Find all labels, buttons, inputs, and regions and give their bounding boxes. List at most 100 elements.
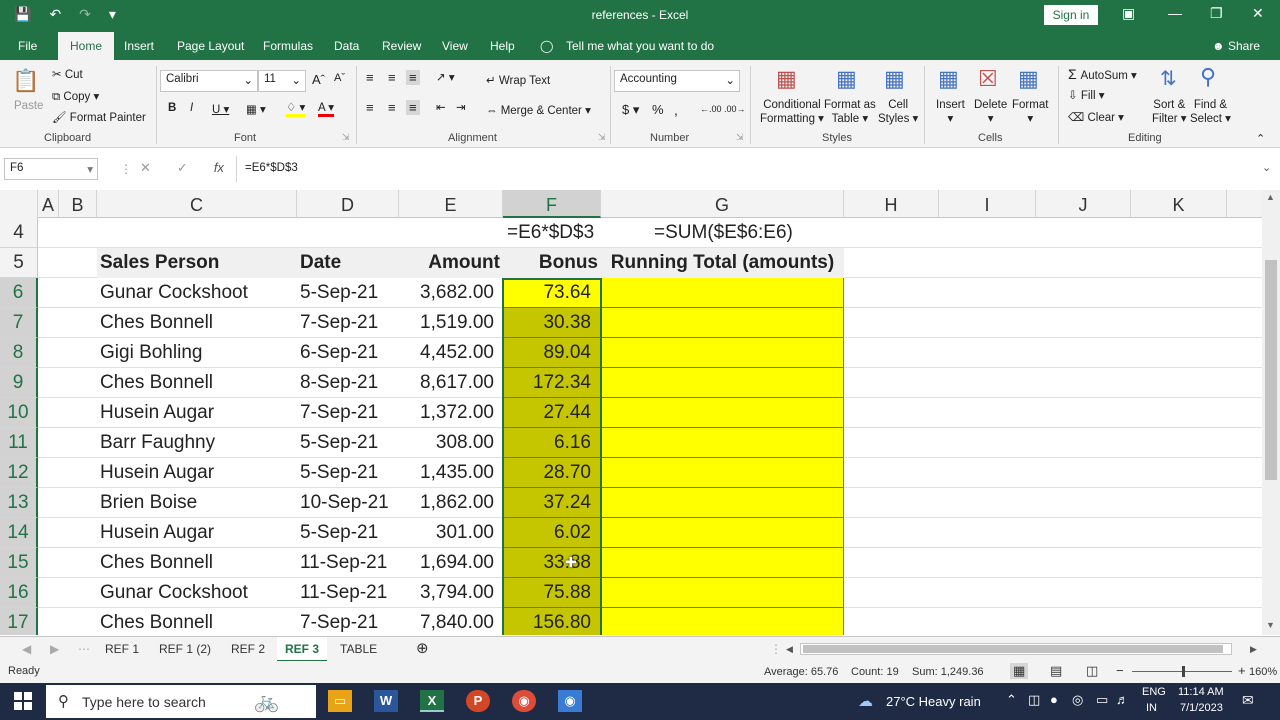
increase-indent-icon[interactable]: ⇥ [456, 100, 466, 114]
tab-review[interactable]: Review [382, 39, 421, 53]
cell-g4-note[interactable]: =SUM($E$6:E6) [654, 218, 834, 248]
accounting-format-icon[interactable]: $ ▾ [622, 102, 639, 118]
amount-cell[interactable]: 1,694.00 [399, 548, 503, 578]
resize-dots-icon[interactable]: ⋮ [120, 162, 132, 176]
dialog-launcher-icon[interactable]: ⇲ [736, 132, 744, 143]
row-header[interactable]: 16 [0, 578, 38, 608]
windows-start-icon[interactable] [14, 692, 32, 710]
row-header[interactable]: 10 [0, 398, 38, 428]
zoom-out-icon[interactable]: − [1116, 663, 1124, 678]
column-header[interactable]: G [601, 190, 844, 218]
new-sheet-icon[interactable]: ⊕ [416, 639, 429, 657]
fill-color-icon[interactable]: ♢ ▾ [286, 100, 306, 117]
bonus-cell[interactable]: 6.16 [503, 428, 601, 458]
align-top-icon[interactable]: ≡ [366, 70, 374, 85]
tab-home[interactable]: Home [58, 32, 115, 60]
font-name-select[interactable]: Calibri ⌄ [160, 70, 258, 92]
bonus-cell[interactable]: 27.44 [503, 398, 601, 428]
sales-person-cell[interactable]: Brien Boise [97, 488, 297, 518]
paste-button[interactable]: Paste [14, 100, 43, 112]
bonus-cell[interactable]: 73.64 [503, 278, 601, 308]
running-total-cell[interactable] [601, 278, 844, 308]
network-icon[interactable]: ◫ [1028, 692, 1040, 708]
date-cell[interactable]: 11-Sep-21 [297, 548, 399, 578]
cell-f4-note[interactable]: =E6*$D$3 [507, 218, 647, 248]
sort-filter-button[interactable]: Sort & Filter ▾ [1152, 99, 1187, 125]
bonus-cell[interactable]: 33.88 [503, 548, 601, 578]
date-cell[interactable]: 7-Sep-21 [297, 608, 399, 635]
sign-in-button[interactable]: Sign in [1044, 5, 1098, 25]
format-as-table-icon[interactable]: ▦ [836, 66, 857, 92]
column-header[interactable]: B [59, 190, 97, 218]
horizontal-scrollbar[interactable] [800, 643, 1232, 655]
find-select-button[interactable]: Find & Select ▾ [1190, 99, 1231, 125]
normal-view-icon[interactable]: ▦ [1010, 663, 1029, 679]
sheet-tab[interactable]: REF 2 [231, 642, 265, 656]
running-total-cell[interactable] [601, 338, 844, 368]
row-header[interactable]: 7 [0, 308, 38, 338]
grow-font-icon[interactable]: Aˆ [312, 72, 325, 87]
comma-icon[interactable]: , [674, 102, 678, 118]
running-total-cell[interactable] [601, 578, 844, 608]
format-as-table-button[interactable]: Format as Table ▾ [824, 99, 876, 125]
column-header[interactable]: D [297, 190, 399, 218]
row-header[interactable]: 5 [0, 248, 38, 278]
amount-cell[interactable]: 7,840.00 [399, 608, 503, 635]
running-total-cell[interactable] [601, 518, 844, 548]
name-box[interactable]: F6 ▾ [4, 158, 98, 180]
tab-insert[interactable]: Insert [124, 39, 154, 53]
clear-button[interactable]: ⌫ Clear ▾ [1068, 110, 1124, 124]
running-total-cell[interactable] [601, 608, 844, 635]
expand-formula-icon[interactable]: ⌄ [1262, 161, 1271, 174]
paste-icon[interactable]: 📋 [12, 68, 39, 94]
minimize-icon[interactable]: — [1168, 5, 1182, 21]
row-header[interactable]: 17 [0, 608, 38, 635]
tab-page-layout[interactable]: Page Layout [177, 39, 244, 53]
excel-icon[interactable]: X [420, 690, 444, 712]
chrome-icon[interactable]: ◉ [512, 690, 536, 712]
dialog-launcher-icon[interactable]: ⇲ [342, 132, 350, 143]
running-total-cell[interactable] [601, 398, 844, 428]
row-header[interactable]: 6 [0, 278, 38, 308]
merge-center-button[interactable]: ⇔ Merge & Center ▾ [486, 103, 591, 117]
running-total-cell[interactable] [601, 428, 844, 458]
increase-decimal-icon[interactable]: ←.00 [700, 104, 722, 114]
select-all-corner[interactable] [0, 190, 38, 218]
hscroll-right-icon[interactable]: ▶ [1250, 644, 1257, 655]
amount-cell[interactable]: 1,862.00 [399, 488, 503, 518]
cell-styles-icon[interactable]: ▦ [884, 66, 905, 92]
date-cell[interactable]: 5-Sep-21 [297, 428, 399, 458]
sort-filter-icon[interactable]: ⇅ [1160, 66, 1177, 91]
bonus-cell[interactable]: 37.24 [503, 488, 601, 518]
zoom-in-icon[interactable]: + [1238, 663, 1246, 678]
page-break-view-icon[interactable]: ◫ [1086, 663, 1098, 679]
page-layout-view-icon[interactable]: ▤ [1050, 663, 1062, 679]
date-cell[interactable]: 11-Sep-21 [297, 578, 399, 608]
row-header[interactable]: 8 [0, 338, 38, 368]
bonus-cell[interactable]: 75.88 [503, 578, 601, 608]
percent-icon[interactable]: % [652, 102, 664, 117]
powerpoint-icon[interactable]: P [466, 690, 490, 712]
scroll-thumb[interactable] [1265, 260, 1277, 480]
wifi-icon[interactable]: ◎ [1072, 692, 1083, 708]
column-header[interactable]: C [97, 190, 297, 218]
tab-data[interactable]: Data [334, 39, 359, 53]
cancel-icon[interactable]: ✕ [140, 160, 151, 176]
ribbon-display-icon[interactable]: ▣ [1122, 5, 1135, 22]
tab-formulas[interactable]: Formulas [263, 39, 313, 53]
row-header[interactable]: 11 [0, 428, 38, 458]
language-primary[interactable]: ENG [1142, 686, 1166, 698]
sheet-tab-active[interactable]: REF 3 [277, 637, 328, 662]
sales-person-cell[interactable]: Husein Augar [97, 458, 297, 488]
delete-cells-icon[interactable]: ☒ [978, 66, 998, 92]
amount-cell[interactable]: 1,435.00 [399, 458, 503, 488]
running-total-cell[interactable] [601, 368, 844, 398]
column-header[interactable]: I [939, 190, 1036, 218]
align-right-icon[interactable]: ≡ [406, 100, 420, 115]
bonus-cell[interactable]: 30.38 [503, 308, 601, 338]
bonus-cell[interactable]: 172.34 [503, 368, 601, 398]
zoom-slider[interactable] [1132, 666, 1232, 677]
row-header[interactable]: 12 [0, 458, 38, 488]
decrease-indent-icon[interactable]: ⇤ [436, 100, 446, 114]
conditional-formatting-button[interactable]: Conditional Formatting ▾ [760, 99, 824, 125]
